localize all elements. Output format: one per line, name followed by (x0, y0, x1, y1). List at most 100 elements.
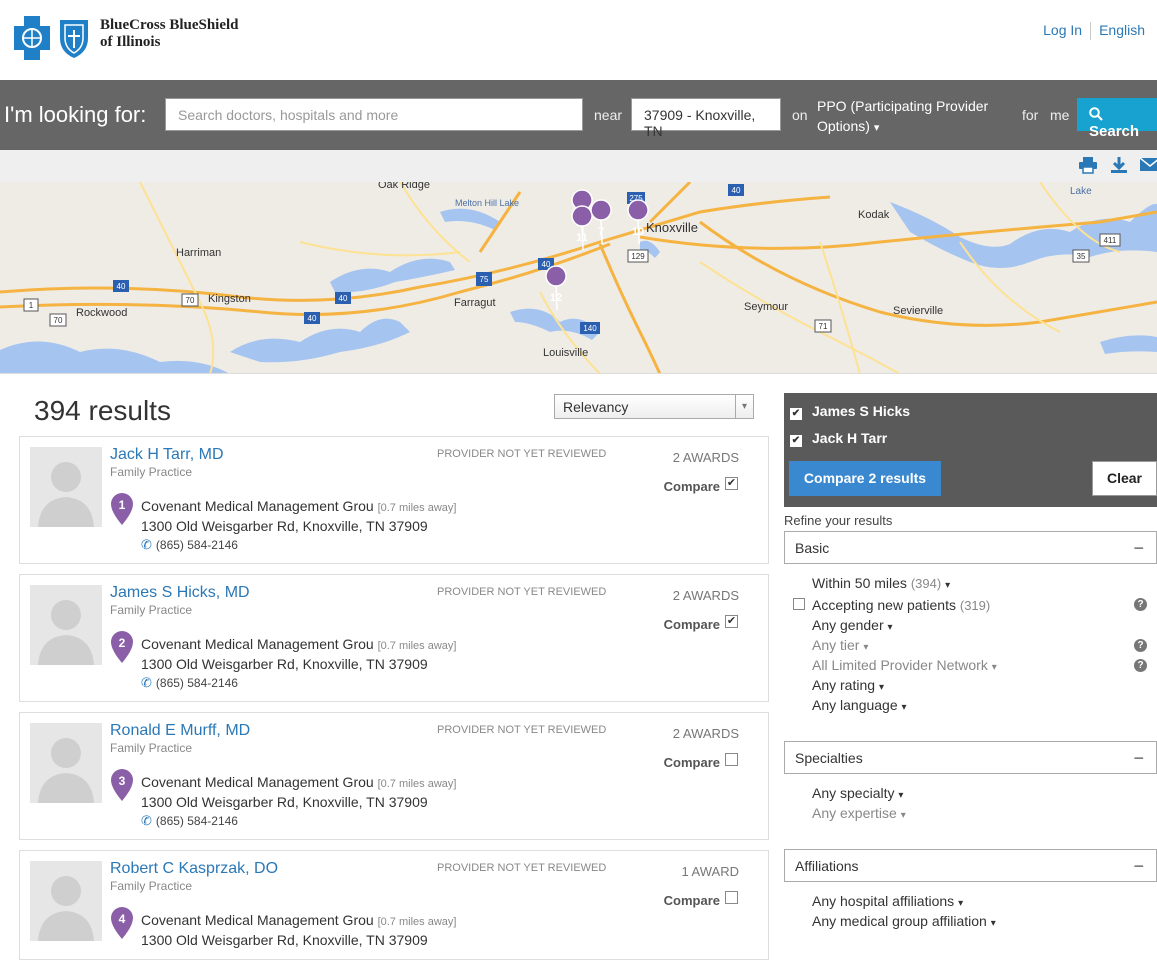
help-icon[interactable]: ? (1134, 639, 1147, 652)
compare-results-button[interactable]: Compare 2 results (789, 461, 941, 496)
affiliations-section-header[interactable]: Affiliations − (784, 849, 1157, 882)
compare-checkbox[interactable] (725, 753, 738, 766)
for-label: for (1022, 107, 1039, 123)
provider-name-link[interactable]: James S Hicks, MD (110, 584, 250, 602)
provider-name-link[interactable]: Jack H Tarr, MD (110, 446, 224, 464)
site-header: BlueCross BlueShield of Illinois Log In E… (0, 0, 1157, 80)
search-input[interactable]: Search doctors, hospitals and more (165, 98, 583, 131)
organization-name: Covenant Medical Management Grou (141, 774, 374, 790)
rating-filter[interactable]: Any rating ▾ (812, 677, 884, 693)
location-pin-icon: 2 (111, 631, 133, 663)
login-link[interactable]: Log In (1035, 22, 1090, 38)
result-card: Robert C Kasprzak, DO Family Practice PR… (19, 850, 769, 960)
looking-for-label: I'm looking for: (4, 102, 147, 127)
expertise-filter[interactable]: Any expertise ▾ (812, 805, 906, 821)
result-card: Jack H Tarr, MD Family Practice PROVIDER… (19, 436, 769, 564)
help-icon[interactable]: ? (1134, 598, 1147, 611)
clear-button[interactable]: Clear (1092, 461, 1157, 496)
route-shield: 411 (1104, 236, 1117, 245)
compare-checkbox[interactable] (725, 891, 738, 904)
awards-link[interactable]: 2 AWARDS (673, 726, 739, 741)
location-pin-icon: 1 (111, 493, 133, 525)
specialty-filter[interactable]: Any specialty ▾ (812, 785, 903, 801)
review-status: PROVIDER NOT YET REVIEWED (437, 724, 607, 736)
map-label: Oak Ridge (378, 182, 430, 191)
awards-link[interactable]: 1 AWARD (681, 864, 739, 879)
hospital-affiliation-filter[interactable]: Any hospital affiliations ▾ (812, 893, 963, 909)
map-pin-label: 10 (632, 226, 644, 238)
refine-title: Refine your results (784, 513, 893, 528)
chevron-down-icon: ▾ (958, 898, 964, 909)
section-title: Specialties (795, 750, 863, 766)
provider-name-link[interactable]: Ronald E Murff, MD (110, 722, 250, 740)
compare-item-checkbox[interactable]: ✔ (790, 435, 802, 447)
plan-dropdown[interactable]: PPO (Participating Provider Options) ▾ (817, 96, 1007, 138)
specialties-section-header[interactable]: Specialties − (784, 741, 1157, 774)
search-button[interactable]: Search (1077, 98, 1157, 140)
distance-filter[interactable]: Within 50 miles (394) ▾ (812, 575, 950, 591)
medical-group-filter[interactable]: Any medical group affiliation ▾ (812, 913, 996, 929)
map-label: Sevierville (893, 305, 943, 317)
tier-filter[interactable]: Any tier ▾ (812, 637, 868, 653)
phone[interactable]: ✆ (865) 584-2146 (141, 537, 238, 553)
network-filter[interactable]: All Limited Provider Network ▾ (812, 657, 997, 673)
phone[interactable]: ✆ (865) 584-2146 (141, 675, 238, 691)
route-shield: 1 (29, 301, 34, 310)
provider-specialty: Family Practice (110, 465, 193, 479)
collapse-icon[interactable]: − (1133, 538, 1144, 559)
route-shield: 40 (732, 186, 741, 195)
route-shield: 70 (186, 296, 195, 305)
print-icon[interactable] (1078, 156, 1098, 174)
compare-item-checkbox[interactable]: ✔ (790, 408, 802, 420)
route-shield: 35 (1077, 252, 1086, 261)
awards-link[interactable]: 2 AWARDS (673, 450, 739, 465)
language-filter[interactable]: Any language ▾ (812, 697, 907, 713)
pin-number: 2 (119, 636, 126, 650)
compare-checkbox[interactable]: ✔ (725, 477, 738, 490)
chevron-down-icon: ▾ (991, 662, 997, 673)
address: 1300 Old Weisgarber Rd, Knoxville, TN 37… (141, 932, 428, 948)
gender-filter[interactable]: Any gender ▾ (812, 617, 893, 633)
pin-number: 4 (119, 912, 126, 926)
compare-item-name: James S Hicks (812, 403, 911, 419)
collapse-icon[interactable]: − (1133, 748, 1144, 769)
compare-label: Compare (663, 617, 720, 632)
for-me-selector[interactable]: for me (1022, 107, 1069, 123)
accepting-patients-filter[interactable]: Accepting new patients (319) (812, 597, 990, 613)
help-icon[interactable]: ? (1134, 659, 1147, 672)
compare-item[interactable]: ✔ Jack H Tarr (790, 430, 887, 447)
brand-line-2: of Illinois (100, 34, 161, 50)
filter-label: All Limited Provider Network (812, 657, 988, 673)
filter-label: Any specialty (812, 785, 895, 801)
chevron-down-icon: ▾ (900, 810, 906, 821)
results-map[interactable]: Oak Ridge Melton Hill Lake Knoxville Kod… (0, 182, 1157, 374)
phone[interactable]: ✆ (865) 584-2146 (141, 813, 238, 829)
compare-item[interactable]: ✔ James S Hicks (790, 403, 910, 420)
language-link[interactable]: English (1091, 22, 1153, 38)
map-label: Kingston (208, 293, 251, 305)
route-shield: 70 (54, 316, 63, 325)
location-pin-icon: 4 (111, 907, 133, 939)
provider-name-link[interactable]: Robert C Kasprzak, DO (110, 860, 278, 878)
filter-label: Any rating (812, 677, 876, 693)
location-input[interactable]: 37909 - Knoxville, TN (631, 98, 781, 139)
review-status: PROVIDER NOT YET REVIEWED (437, 586, 607, 598)
brand-name: BlueCross BlueShield of Illinois (100, 17, 239, 51)
awards-link[interactable]: 2 AWARDS (673, 588, 739, 603)
result-card: Ronald E Murff, MD Family Practice PROVI… (19, 712, 769, 840)
compare-checkbox[interactable]: ✔ (725, 615, 738, 628)
distance: [0.7 miles away] (377, 640, 457, 652)
accepting-patients-checkbox[interactable] (793, 598, 805, 610)
address: 1300 Old Weisgarber Rd, Knoxville, TN 37… (141, 794, 428, 810)
phone-icon: ✆ (141, 537, 152, 552)
chevron-down-icon: ▾ (887, 622, 893, 633)
basic-section-header[interactable]: Basic − (784, 531, 1157, 564)
map-label: Knoxville (646, 220, 698, 235)
sort-select[interactable]: Relevancy ▾ (554, 394, 754, 419)
chevron-down-icon: ▾ (990, 918, 996, 929)
collapse-icon[interactable]: − (1133, 856, 1144, 877)
download-icon[interactable] (1110, 156, 1128, 174)
email-icon[interactable] (1140, 156, 1157, 172)
organization-name: Covenant Medical Management Grou (141, 498, 374, 514)
bcbs-logo[interactable] (14, 16, 104, 60)
